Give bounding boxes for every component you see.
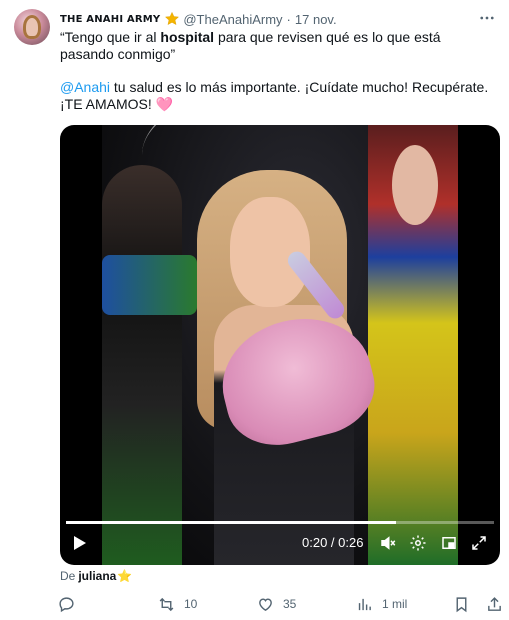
star-emoji: ⭐ [117, 569, 133, 583]
retweet-icon [159, 597, 174, 611]
verified-star-icon [165, 11, 180, 25]
views-count: 1 mil [382, 597, 408, 611]
avatar[interactable] [14, 9, 50, 45]
retweet-button[interactable]: 10 [158, 594, 197, 614]
display-name[interactable]: THE ANAHI ARMY [60, 14, 160, 25]
time-separator: / [327, 535, 339, 550]
tweet-text: “Tengo que ir al hospital para que revis… [60, 29, 496, 113]
tweet-date[interactable]: 17 nov. [295, 12, 337, 27]
reply-button[interactable] [58, 594, 75, 614]
quote-text-bold: hospital [160, 29, 215, 45]
tweet-quote-paragraph: “Tengo que ir al hospital para que revis… [60, 29, 496, 63]
duration: 0:26 [338, 535, 364, 550]
like-button[interactable]: 35 [257, 594, 296, 614]
views-button[interactable]: 1 mil [356, 594, 407, 614]
action-bar: 10 35 1 mil [58, 594, 502, 614]
heart-emoji: 🩷 [155, 96, 174, 112]
tweet-header: THE ANAHI ARMY @TheAnahiArmy · 17 nov. [60, 11, 337, 27]
reply-icon [59, 596, 74, 612]
handle[interactable]: @TheAnahiArmy [183, 12, 282, 27]
attribution-prefix: De [60, 569, 76, 583]
volume-icon[interactable] [377, 532, 399, 554]
attribution: De juliana ⭐ [60, 569, 132, 583]
message-text: tu salud es lo más importante. ¡Cuídate … [60, 79, 489, 112]
more-icon[interactable] [477, 8, 497, 28]
video-time: 0:20 / 0:26 [302, 535, 363, 550]
share-button[interactable] [486, 594, 503, 614]
share-icon [488, 596, 501, 611]
play-icon[interactable] [70, 533, 90, 553]
progress-fill [66, 521, 396, 524]
views-icon [358, 598, 371, 610]
attribution-name[interactable]: juliana [78, 569, 116, 583]
bookmark-icon [456, 596, 467, 612]
fullscreen-icon[interactable] [468, 532, 490, 554]
picture-in-picture-icon[interactable] [438, 532, 460, 554]
bookmark-button[interactable] [453, 594, 470, 614]
separator-dot: · [286, 11, 291, 27]
video-controls: 0:20 / 0:26 [60, 517, 500, 565]
video-player[interactable]: 0:20 / 0:26 [60, 125, 500, 565]
tweet-message-paragraph: @Anahi tu salud es lo más importante. ¡C… [60, 79, 496, 113]
current-time: 0:20 [302, 535, 328, 550]
video-frame[interactable] [102, 125, 458, 565]
mention-link[interactable]: @Anahi [60, 79, 110, 95]
quote-text-start: “Tengo que ir al [60, 29, 161, 45]
progress-bar[interactable] [66, 521, 494, 524]
retweet-count: 10 [184, 597, 198, 611]
like-count: 35 [283, 597, 297, 611]
like-icon [259, 597, 272, 611]
settings-icon[interactable] [407, 532, 429, 554]
